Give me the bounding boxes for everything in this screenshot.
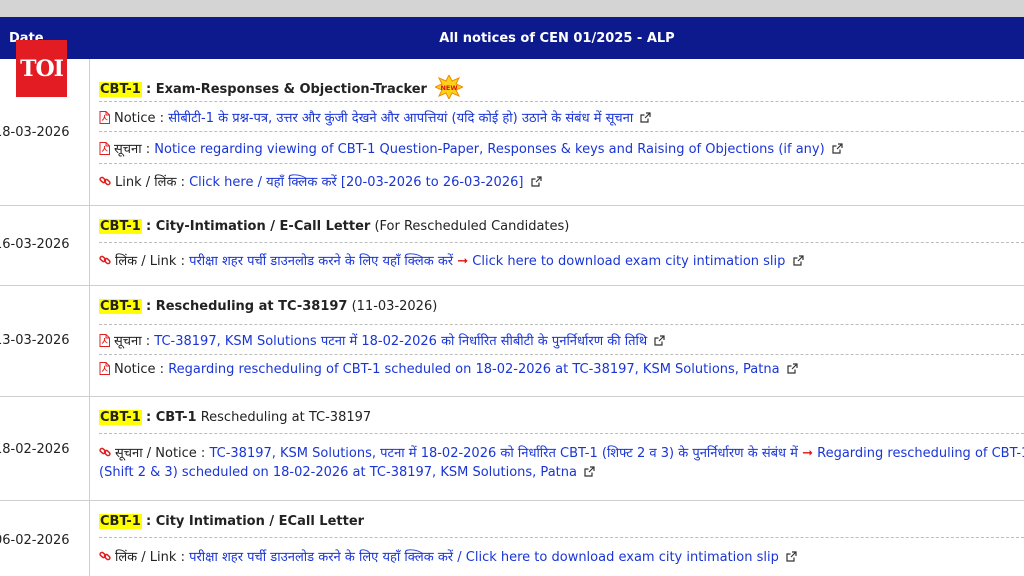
cbt-tag: CBT-1 bbox=[99, 299, 142, 314]
row-date: 18-03-2026 bbox=[0, 125, 70, 140]
link-prefix: लिंक / Link : bbox=[115, 254, 190, 269]
row-title-bold: : Rescheduling at TC-38197 bbox=[146, 299, 348, 314]
row-title-rest: (For Rescheduled Candidates) bbox=[370, 219, 570, 234]
toi-logo: TOI bbox=[16, 40, 67, 97]
row-title: CBT-1 : City-Intimation / E-Call Letter … bbox=[99, 219, 569, 234]
notices-column-header: All notices of CEN 01/2025 - ALP bbox=[439, 31, 675, 46]
svg-text:NEW: NEW bbox=[441, 84, 458, 92]
notice-prefix: Notice : bbox=[114, 111, 169, 126]
click-here-link[interactable]: Click here / यहाँ क्लिक करें [20-03-2026… bbox=[189, 175, 523, 190]
external-link-icon[interactable] bbox=[584, 466, 595, 477]
link-icon bbox=[99, 255, 111, 265]
browser-top-bar bbox=[0, 0, 1024, 17]
row-title-rest: (11-03-2026) bbox=[347, 299, 438, 314]
external-link-icon[interactable] bbox=[792, 255, 804, 266]
arrow-right-icon: ➞ bbox=[457, 254, 469, 269]
notice-prefix: सूचना : bbox=[114, 142, 155, 157]
row-title: CBT-1 : Rescheduling at TC-38197 (11-03-… bbox=[99, 299, 437, 314]
dashed-separator bbox=[99, 324, 1024, 325]
cbt-tag: CBT-1 bbox=[99, 410, 142, 425]
column-divider bbox=[89, 206, 90, 285]
row-title: CBT-1 : CBT-1 Rescheduling at TC-38197 bbox=[99, 410, 371, 425]
download-link-english[interactable]: Click here to download exam city intimat… bbox=[468, 254, 785, 269]
row-date: 16-03-2026 bbox=[0, 237, 70, 252]
column-divider bbox=[89, 397, 90, 500]
arrow-right-icon: ➞ bbox=[802, 446, 813, 461]
dashed-separator bbox=[99, 163, 1024, 164]
table-row: 18-03-2026 CBT-1 : Exam-Responses & Obje… bbox=[0, 59, 1024, 206]
new-badge-icon: NEW bbox=[435, 75, 464, 99]
table-row: 18-02-2026 CBT-1 : CBT-1 Rescheduling at… bbox=[0, 397, 1024, 501]
download-link-hindi[interactable]: परीक्षा शहर पर्ची डाउनलोड करने के लिए यह… bbox=[189, 254, 453, 269]
link-icon bbox=[99, 447, 111, 457]
notice-link[interactable]: TC-38197, KSM Solutions पटना में 18-02-2… bbox=[154, 334, 647, 349]
dashed-separator bbox=[99, 131, 1024, 132]
cbt-tag: CBT-1 bbox=[99, 219, 142, 234]
row-title: CBT-1 : City Intimation / ECall Letter bbox=[99, 514, 364, 529]
notice-link[interactable]: Regarding rescheduling of CBT-1 schedule… bbox=[168, 362, 779, 377]
notice-line: सूचना : TC-38197, KSM Solutions पटना में… bbox=[99, 331, 665, 349]
pdf-icon bbox=[99, 362, 110, 375]
column-divider bbox=[89, 59, 90, 205]
external-link-icon[interactable] bbox=[654, 335, 665, 346]
table-header: Date All notices of CEN 01/2025 - ALP bbox=[0, 17, 1024, 59]
row-date: 18-02-2026 bbox=[0, 442, 70, 457]
link-line: लिंक / Link : परीक्षा शहर पर्ची डाउनलोड … bbox=[99, 547, 797, 565]
notice-link-hindi[interactable]: TC-38197, KSM Solutions, पटना में 18-02-… bbox=[209, 446, 797, 461]
table-row: 16-03-2026 CBT-1 : City-Intimation / E-C… bbox=[0, 206, 1024, 286]
external-link-icon[interactable] bbox=[640, 112, 651, 123]
download-link[interactable]: परीक्षा शहर पर्ची डाउनलोड करने के लिए यह… bbox=[189, 550, 779, 565]
notices-table: 18-03-2026 CBT-1 : Exam-Responses & Obje… bbox=[0, 59, 1024, 576]
notice-line: Notice : सीबीटी-1 के प्रश्न-पत्र, उत्तर … bbox=[99, 108, 651, 126]
pdf-icon bbox=[99, 111, 110, 124]
notice-prefix: सूचना : bbox=[114, 334, 155, 349]
column-divider bbox=[89, 501, 90, 576]
external-link-icon[interactable] bbox=[787, 363, 798, 374]
pdf-icon bbox=[99, 142, 110, 155]
dashed-separator bbox=[99, 101, 1024, 102]
notice-link-english[interactable]: Regarding rescheduling of CBT-1 bbox=[813, 446, 1024, 461]
row-title-bold: : CBT-1 bbox=[146, 410, 197, 425]
table-row: 06-02-2026 CBT-1 : City Intimation / ECa… bbox=[0, 501, 1024, 576]
dashed-separator bbox=[99, 537, 1024, 538]
link-icon bbox=[99, 551, 111, 561]
row-date: 13-03-2026 bbox=[0, 333, 70, 348]
cbt-tag: CBT-1 bbox=[99, 82, 142, 97]
notice-link[interactable]: Notice regarding viewing of CBT-1 Questi… bbox=[154, 142, 824, 157]
dashed-separator bbox=[99, 433, 1024, 434]
column-divider bbox=[89, 286, 90, 396]
external-link-icon[interactable] bbox=[786, 551, 797, 562]
link-icon bbox=[99, 176, 111, 186]
link-line: Link / लिंक : Click here / यहाँ क्लिक कर… bbox=[99, 172, 542, 190]
notice-link[interactable]: सीबीटी-1 के प्रश्न-पत्र, उत्तर और कुंजी … bbox=[168, 111, 633, 126]
row-title: CBT-1 : Exam-Responses & Objection-Track… bbox=[99, 75, 464, 99]
notice-link-continued[interactable]: (Shift 2 & 3) scheduled on 18-02-2026 at… bbox=[99, 465, 577, 480]
dashed-separator bbox=[99, 354, 1024, 355]
link-prefix: Link / लिंक : bbox=[115, 175, 190, 190]
link-line: लिंक / Link : परीक्षा शहर पर्ची डाउनलोड … bbox=[99, 251, 804, 269]
external-link-icon[interactable] bbox=[530, 176, 542, 187]
table-row: 13-03-2026 CBT-1 : Rescheduling at TC-38… bbox=[0, 286, 1024, 397]
dashed-separator bbox=[99, 242, 1024, 243]
row-title-bold: : Exam-Responses & Objection-Tracker bbox=[146, 82, 427, 97]
notice-line: Notice : Regarding rescheduling of CBT-1… bbox=[99, 362, 798, 377]
cbt-tag: CBT-1 bbox=[99, 514, 142, 529]
external-link-icon[interactable] bbox=[832, 143, 843, 154]
notice-line-continued: (Shift 2 & 3) scheduled on 18-02-2026 at… bbox=[99, 465, 595, 480]
row-title-rest: Rescheduling at TC-38197 bbox=[196, 410, 372, 425]
row-date: 06-02-2026 bbox=[0, 533, 70, 548]
pdf-icon bbox=[99, 334, 110, 347]
notice-prefix: सूचना / Notice : bbox=[115, 446, 210, 461]
link-prefix: लिंक / Link : bbox=[115, 550, 190, 565]
row-title-bold: : City-Intimation / E-Call Letter bbox=[146, 219, 371, 234]
notice-line: सूचना : Notice regarding viewing of CBT-… bbox=[99, 139, 843, 157]
notice-line: सूचना / Notice : TC-38197, KSM Solutions… bbox=[99, 443, 1024, 461]
notice-prefix: Notice : bbox=[114, 362, 169, 377]
row-title-bold: : City Intimation / ECall Letter bbox=[146, 514, 365, 529]
